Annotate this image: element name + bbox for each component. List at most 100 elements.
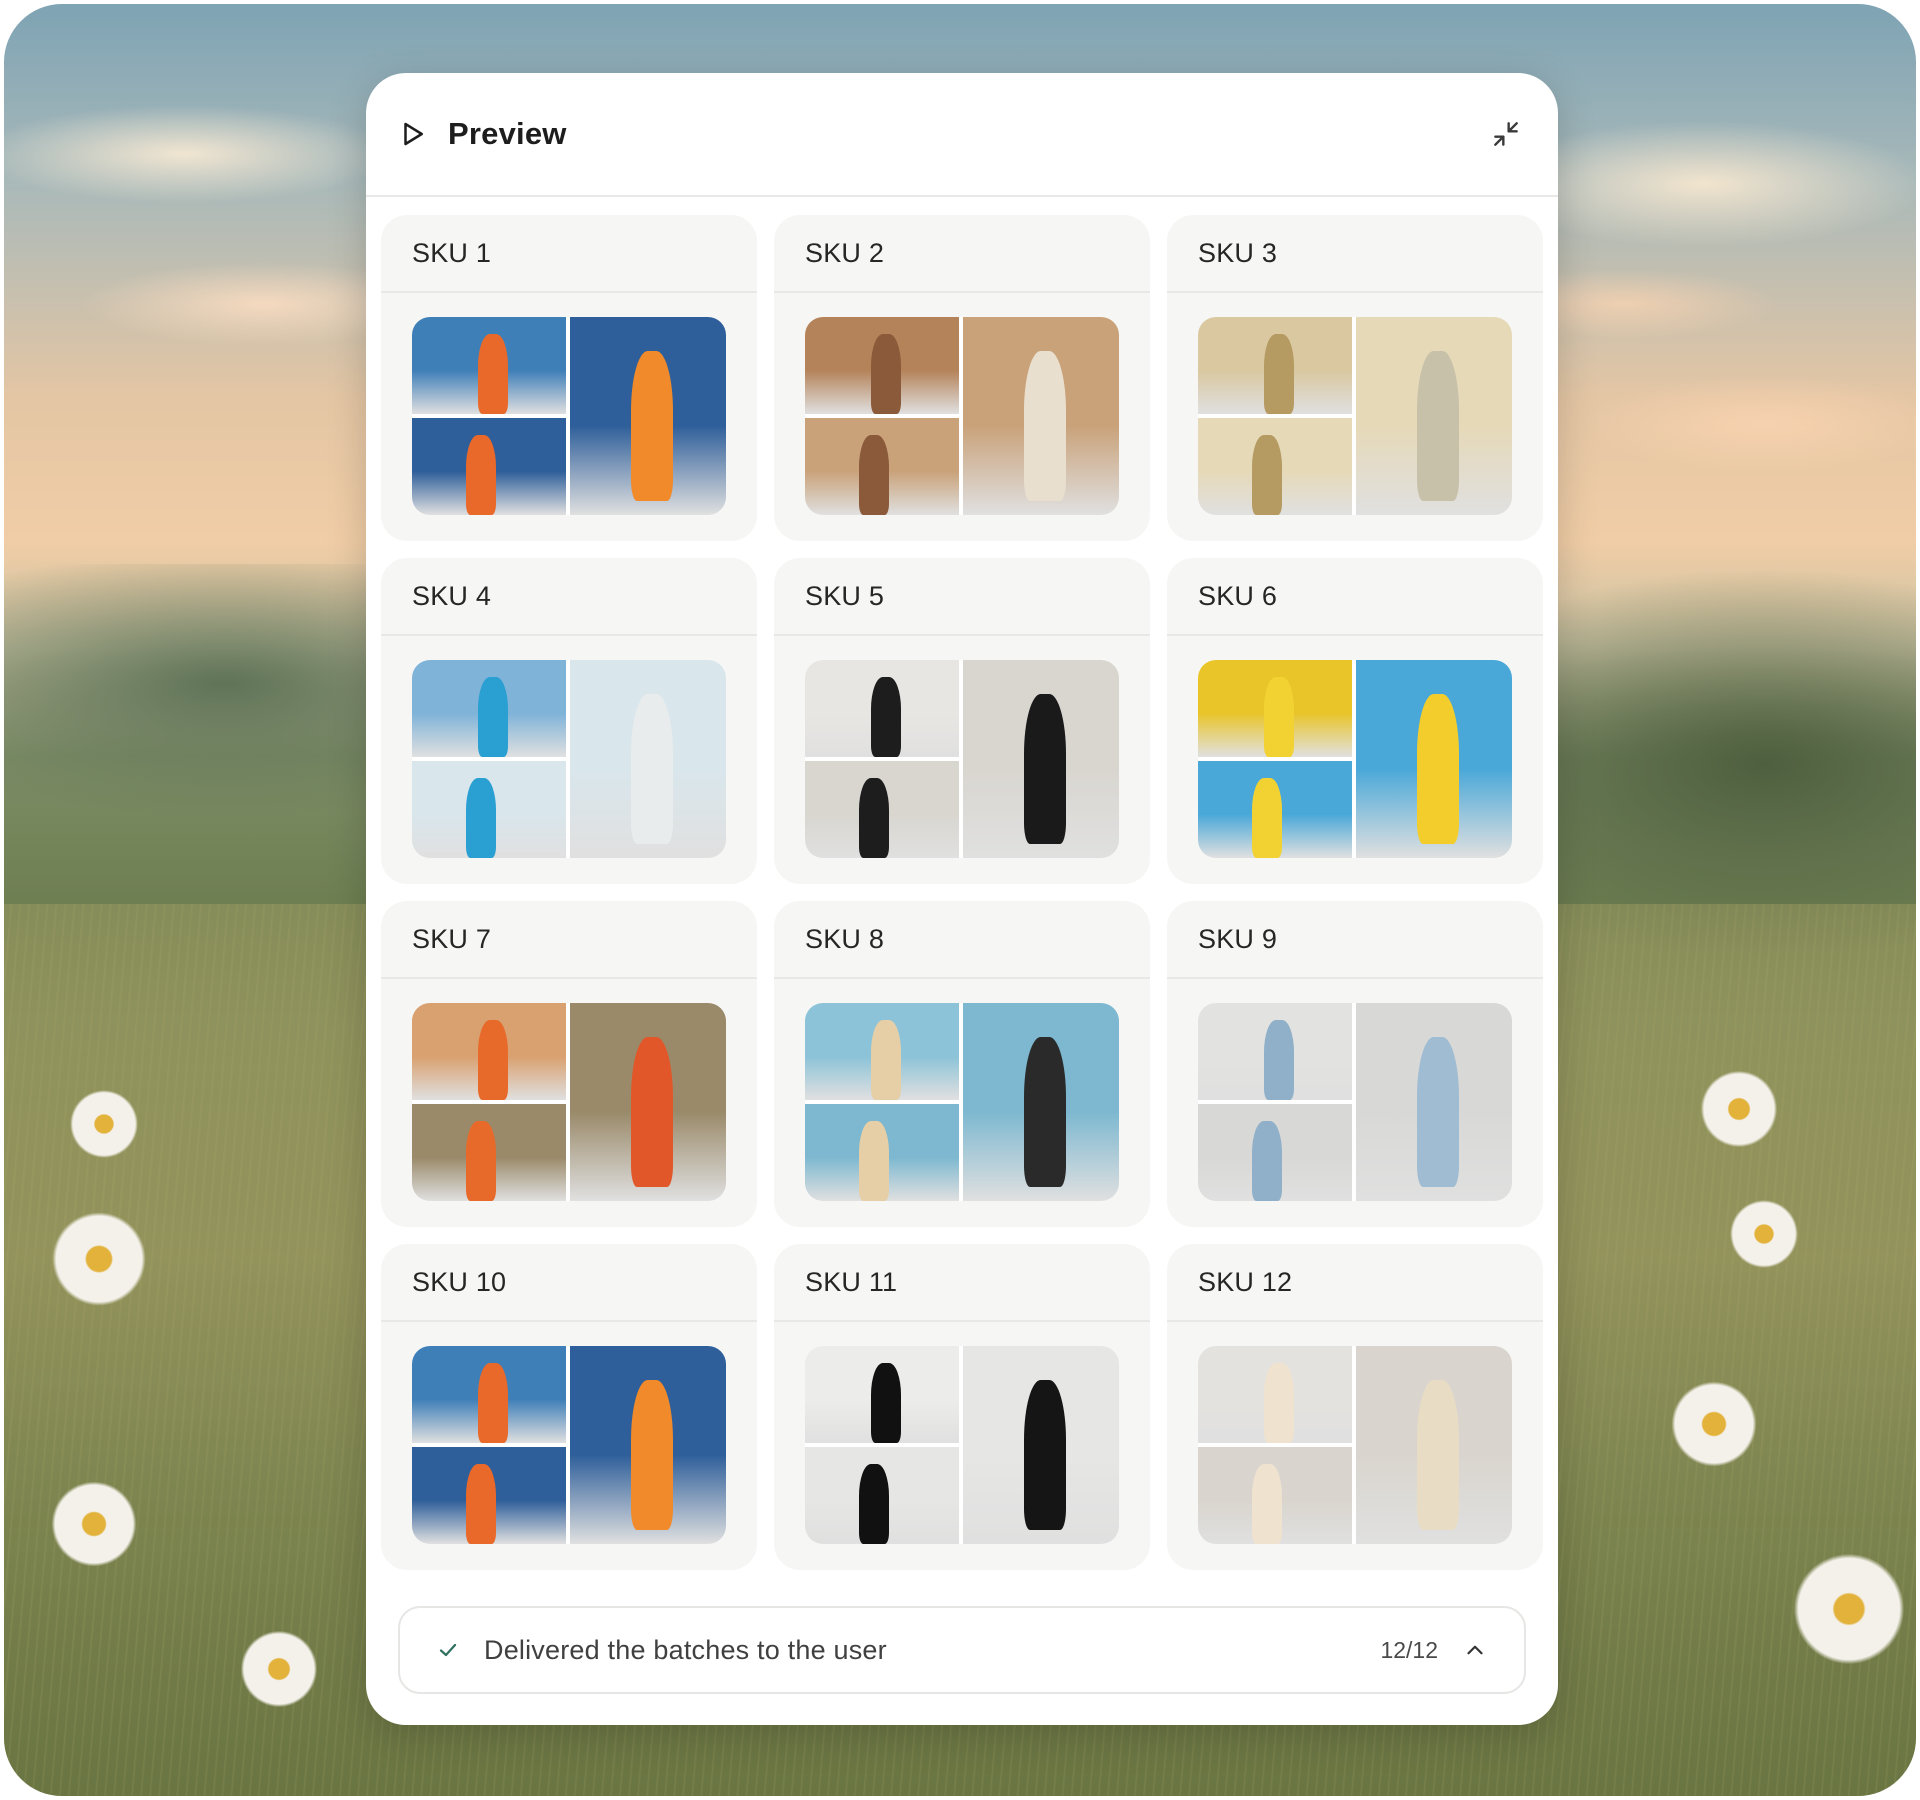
model-figure	[1024, 1380, 1066, 1530]
sku-image-collage	[805, 1346, 1119, 1544]
product-photo[interactable]	[805, 418, 959, 515]
model-figure	[871, 1363, 901, 1443]
product-photo[interactable]	[963, 1346, 1119, 1544]
product-photo[interactable]	[963, 660, 1119, 858]
product-photo[interactable]	[1198, 317, 1352, 414]
sku-card[interactable]: SKU 6	[1167, 558, 1543, 884]
product-photo[interactable]	[412, 1447, 566, 1544]
model-figure	[1417, 694, 1459, 844]
product-photo[interactable]	[1198, 418, 1352, 515]
sku-card[interactable]: SKU 9	[1167, 901, 1543, 1227]
product-photo[interactable]	[805, 317, 959, 414]
model-figure	[1264, 677, 1294, 757]
sku-label: SKU 10	[412, 1266, 507, 1297]
status-text: Delivered the batches to the user	[484, 1634, 887, 1665]
product-photo[interactable]	[1356, 1003, 1512, 1201]
sku-image-collage	[412, 317, 726, 515]
sku-card[interactable]: SKU 10	[381, 1244, 757, 1570]
product-photo[interactable]	[570, 1346, 726, 1544]
model-figure	[859, 1464, 889, 1544]
model-figure	[859, 1121, 889, 1201]
model-figure	[631, 1380, 673, 1530]
sku-image-collage	[1198, 317, 1512, 515]
model-figure	[1417, 1380, 1459, 1530]
product-photo[interactable]	[1198, 1447, 1352, 1544]
product-photo[interactable]	[805, 660, 959, 757]
sku-card-header: SKU 7	[381, 901, 757, 979]
sku-card-header: SKU 9	[1167, 901, 1543, 979]
product-photo[interactable]	[1356, 660, 1512, 858]
sku-image-collage	[412, 1346, 726, 1544]
sku-card[interactable]: SKU 4	[381, 558, 757, 884]
product-photo[interactable]	[805, 761, 959, 858]
model-figure	[1264, 334, 1294, 414]
model-figure	[1252, 435, 1282, 515]
daisy-flower	[64, 1084, 144, 1164]
sku-card[interactable]: SKU 11	[774, 1244, 1150, 1570]
sku-card[interactable]: SKU 2	[774, 215, 1150, 541]
product-photo[interactable]	[570, 660, 726, 858]
product-photo[interactable]	[412, 761, 566, 858]
sku-label: SKU 12	[1198, 1266, 1293, 1297]
sku-card[interactable]: SKU 7	[381, 901, 757, 1227]
sku-image-collage	[412, 660, 726, 858]
model-figure	[631, 694, 673, 844]
product-photo[interactable]	[570, 1003, 726, 1201]
product-photo[interactable]	[805, 1104, 959, 1201]
sku-card[interactable]: SKU 12	[1167, 1244, 1543, 1570]
sku-card[interactable]: SKU 5	[774, 558, 1150, 884]
panel-header: Preview	[366, 73, 1558, 197]
chevron-up-icon[interactable]	[1462, 1637, 1488, 1663]
status-bar: Delivered the batches to the user 12/12	[398, 1606, 1526, 1694]
sku-card-header: SKU 8	[774, 901, 1150, 979]
daisy-flower	[1784, 1544, 1914, 1674]
product-photo[interactable]	[1356, 1346, 1512, 1544]
model-figure	[859, 435, 889, 515]
sku-card-header: SKU 6	[1167, 558, 1543, 636]
check-icon	[439, 1643, 457, 1657]
product-photo[interactable]	[570, 317, 726, 515]
sku-label: SKU 5	[805, 580, 885, 611]
product-photo[interactable]	[805, 1346, 959, 1443]
preview-panel: Preview SKU 1 SKU 2 SKU 3 SKU 4 SKU 5 SKU 6 SK…	[366, 73, 1558, 1725]
daisy-flower	[1694, 1064, 1784, 1154]
product-photo[interactable]	[412, 1346, 566, 1443]
model-figure	[871, 677, 901, 757]
sku-label: SKU 6	[1198, 580, 1278, 611]
product-photo[interactable]	[412, 317, 566, 414]
sku-card[interactable]: SKU 3	[1167, 215, 1543, 541]
product-photo[interactable]	[1198, 761, 1352, 858]
product-photo[interactable]	[963, 317, 1119, 515]
sku-image-collage	[412, 1003, 726, 1201]
sku-card[interactable]: SKU 8	[774, 901, 1150, 1227]
product-photo[interactable]	[412, 1104, 566, 1201]
daisy-flower	[234, 1624, 324, 1714]
panel-title: Preview	[448, 116, 567, 151]
model-figure	[1252, 1464, 1282, 1544]
sku-card-header: SKU 12	[1167, 1244, 1543, 1322]
sku-label: SKU 11	[805, 1266, 898, 1297]
sku-image-collage	[1198, 660, 1512, 858]
product-photo[interactable]	[1198, 1346, 1352, 1443]
product-photo[interactable]	[412, 418, 566, 515]
model-figure	[466, 1464, 496, 1544]
sku-label: SKU 3	[1198, 237, 1278, 268]
product-photo[interactable]	[1198, 660, 1352, 757]
sku-card[interactable]: SKU 1	[381, 215, 757, 541]
model-figure	[478, 1020, 508, 1100]
product-photo[interactable]	[963, 1003, 1119, 1201]
model-figure	[1252, 1121, 1282, 1201]
product-photo[interactable]	[1198, 1104, 1352, 1201]
model-figure	[859, 778, 889, 858]
model-figure	[631, 1037, 673, 1187]
sku-label: SKU 1	[412, 237, 492, 268]
collapse-icon[interactable]	[1490, 118, 1522, 150]
model-figure	[1024, 351, 1066, 501]
product-photo[interactable]	[805, 1003, 959, 1100]
product-photo[interactable]	[805, 1447, 959, 1544]
product-photo[interactable]	[1198, 1003, 1352, 1100]
sku-image-collage	[805, 317, 1119, 515]
product-photo[interactable]	[412, 660, 566, 757]
product-photo[interactable]	[412, 1003, 566, 1100]
product-photo[interactable]	[1356, 317, 1512, 515]
